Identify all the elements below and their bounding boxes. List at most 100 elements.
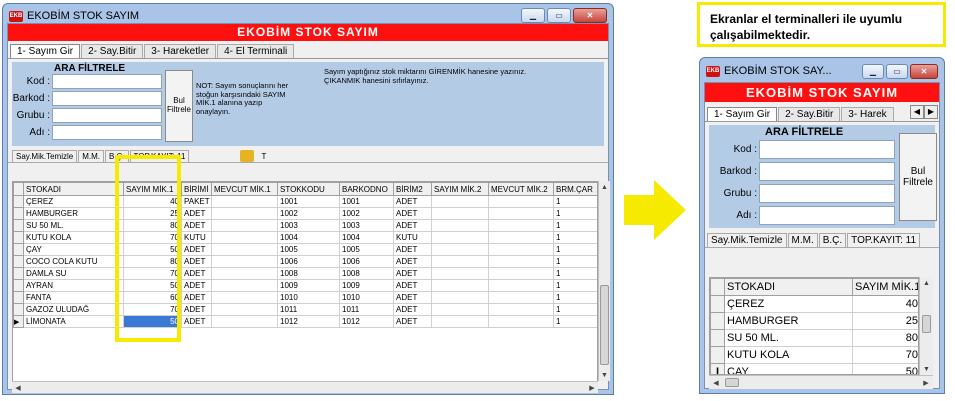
table-row[interactable]: DAMLA SU 70 ADET 1008 1008 ADET 1 xyxy=(13,267,597,280)
terminal-col-stokadi[interactable]: STOKADI xyxy=(724,278,853,296)
col-birim2[interactable]: BİRİM2 xyxy=(393,182,432,196)
table-row[interactable]: ÇEREZ 40 xyxy=(710,295,918,313)
filter-label-adi: Adı : xyxy=(29,127,50,138)
terminal-minimize-button[interactable]: ▁ xyxy=(862,64,884,79)
row-indicator[interactable]: I xyxy=(710,363,725,374)
terminal-bc-button[interactable]: B.Ç. xyxy=(818,233,847,247)
terminal-horizontal-scrollbar[interactable]: ◀ ▶ xyxy=(709,375,933,389)
scroll-thumb[interactable] xyxy=(600,285,609,365)
row-indicator[interactable] xyxy=(710,346,725,364)
table-row[interactable]: KUTU KOLA 70 xyxy=(710,346,918,364)
mm-button[interactable]: M.M. xyxy=(78,150,104,162)
cell-sayim-mik1[interactable]: 40 xyxy=(852,295,918,313)
scroll-down-icon[interactable]: ▼ xyxy=(599,369,610,381)
tab-scroll-left-button[interactable]: ◀ xyxy=(910,105,924,119)
table-row[interactable]: COCO COLA KUTU 80 ADET 1006 1006 ADET 1 xyxy=(13,255,597,268)
close-button[interactable]: ✕ xyxy=(573,8,607,23)
terminal-scroll-left-icon[interactable]: ◀ xyxy=(709,376,723,390)
terminal-close-button[interactable]: ✕ xyxy=(910,64,938,79)
terminal-kod-input[interactable] xyxy=(759,140,895,159)
row-indicator[interactable] xyxy=(710,329,725,347)
desktop-horizontal-scrollbar[interactable]: ◀ ▶ xyxy=(12,381,598,393)
window-title: EKOBİM STOK SAYIM xyxy=(27,10,140,22)
table-row[interactable]: ▶ LİMONATA 50 ADET 1012 1012 ADET 1 xyxy=(13,315,597,328)
terminal-scroll-right-icon[interactable]: ▶ xyxy=(919,376,933,390)
cell-sayim-mik1[interactable]: 80 xyxy=(852,329,918,347)
scroll-right-icon[interactable]: ▶ xyxy=(586,382,598,394)
row-indicator[interactable] xyxy=(710,295,725,313)
table-row[interactable]: HAMBURGER 25 xyxy=(710,312,918,330)
tab-sayim-gir[interactable]: 1- Sayım Gir xyxy=(10,44,81,58)
tab-scroll-right-button[interactable]: ▶ xyxy=(924,105,938,119)
terminal-scroll-thumb[interactable] xyxy=(922,315,931,333)
cell-mevcut-mik1 xyxy=(211,207,278,220)
terminal-vertical-scrollbar[interactable]: ▲ ▼ xyxy=(919,277,933,375)
col-stokkodu[interactable]: STOKKODU xyxy=(277,182,340,196)
terminal-hscroll-thumb[interactable] xyxy=(725,378,739,387)
row-indicator[interactable] xyxy=(13,255,24,268)
table-row[interactable]: SU 50 ML. 80 xyxy=(710,329,918,347)
table-row[interactable]: ÇAY 50 ADET 1005 1005 ADET 1 xyxy=(13,243,597,256)
tab-el-terminali[interactable]: 4- El Terminali xyxy=(217,44,295,58)
row-indicator[interactable] xyxy=(13,243,24,256)
col-stokadi[interactable]: STOKADI xyxy=(23,182,124,196)
row-indicator[interactable]: ▶ xyxy=(13,315,24,328)
terminal-status-bar: Say.Mik.Temizle M.M. B.Ç. TOP.KAYIT: 11 xyxy=(705,231,939,248)
col-mevcut-mik2[interactable]: MEVCUT MİK.2 xyxy=(488,182,554,196)
row-indicator[interactable] xyxy=(710,312,725,330)
terminal-tab-say-bitir[interactable]: 2- Say.Bitir xyxy=(778,107,841,121)
row-indicator[interactable] xyxy=(13,219,24,232)
table-row[interactable]: ÇEREZ 40 PAKET 1001 1001 ADET 1 xyxy=(13,195,597,208)
minimize-button[interactable]: ▁ xyxy=(521,8,545,23)
row-indicator[interactable] xyxy=(13,207,24,220)
terminal-scroll-down-icon[interactable]: ▼ xyxy=(920,363,933,375)
terminal-barkod-input[interactable] xyxy=(759,162,895,181)
say-mik-temizle-button[interactable]: Say.Mik.Temizle xyxy=(12,150,78,162)
cell-stokadi: AYRAN xyxy=(23,279,124,292)
col-barkodno[interactable]: BARKODNO xyxy=(339,182,394,196)
terminal-col-sayim-mik1[interactable]: SAYIM MİK.1 xyxy=(852,278,918,296)
scroll-up-icon[interactable]: ▲ xyxy=(599,181,610,193)
adi-input[interactable] xyxy=(52,125,162,140)
cell-sayim-mik1[interactable]: 70 xyxy=(852,346,918,364)
cell-stokadi: KUTU KOLA xyxy=(23,231,124,244)
cell-sayim-mik1[interactable]: 25 xyxy=(852,312,918,330)
desktop-vertical-scrollbar[interactable]: ▲ ▼ xyxy=(598,181,610,381)
table-row[interactable]: FANTA 60 ADET 1010 1010 ADET 1 xyxy=(13,291,597,304)
maximize-button[interactable]: ▭ xyxy=(547,8,571,23)
col-sayim-mik2[interactable]: SAYIM MİK.2 xyxy=(431,182,489,196)
terminal-say-mik-temizle-button[interactable]: Say.Mik.Temizle xyxy=(707,233,787,247)
tab-hareketler[interactable]: 3- Hareketler xyxy=(144,44,217,58)
grubu-input[interactable] xyxy=(52,108,162,123)
terminal-bul-filtrele-button[interactable]: Bul Filtrele xyxy=(899,133,937,221)
col-brm-car[interactable]: BRM.ÇAR xyxy=(553,182,597,196)
cell-sayim-mik1[interactable]: 50 xyxy=(852,363,918,374)
terminal-maximize-button[interactable]: ▭ xyxy=(886,64,908,79)
table-row[interactable]: HAMBURGER 25 ADET 1002 1002 ADET 1 xyxy=(13,207,597,220)
table-row[interactable]: GAZOZ ULUDAĞ 70 ADET 1011 1011 ADET 1 xyxy=(13,303,597,316)
col-mevcut-mik1[interactable]: MEVCUT MİK.1 xyxy=(211,182,278,196)
terminal-tab-sayim-gir[interactable]: 1- Sayım Gir xyxy=(707,107,778,121)
terminal-grubu-input[interactable] xyxy=(759,184,895,203)
table-row[interactable]: KUTU KOLA 70 KUTU 1004 1004 KUTU 1 xyxy=(13,231,597,244)
row-indicator[interactable] xyxy=(13,279,24,292)
terminal-tab-hareketler[interactable]: 3- Harek xyxy=(841,107,894,121)
table-row[interactable]: SU 50 ML. 80 ADET 1003 1003 ADET 1 xyxy=(13,219,597,232)
row-indicator[interactable] xyxy=(13,195,24,208)
bul-filtrele-button[interactable]: Bul Filtrele xyxy=(165,70,193,142)
table-row[interactable]: AYRAN 50 ADET 1009 1009 ADET 1 xyxy=(13,279,597,292)
table-row[interactable]: I ÇAY 50 xyxy=(710,363,918,374)
cell-brm-car: 1 xyxy=(553,315,597,328)
barkod-input[interactable] xyxy=(52,91,162,106)
row-indicator[interactable] xyxy=(13,267,24,280)
terminal-adi-input[interactable] xyxy=(759,206,895,225)
row-indicator[interactable] xyxy=(13,303,24,316)
kod-input[interactable] xyxy=(52,74,162,89)
row-indicator[interactable] xyxy=(13,291,24,304)
col-birimi[interactable]: BİRİMİ xyxy=(181,182,212,196)
terminal-scroll-up-icon[interactable]: ▲ xyxy=(920,277,933,289)
terminal-mm-button[interactable]: M.M. xyxy=(787,233,818,247)
scroll-left-icon[interactable]: ◀ xyxy=(12,382,24,394)
tab-say-bitir[interactable]: 2- Say.Bitir xyxy=(81,44,144,58)
row-indicator[interactable] xyxy=(13,231,24,244)
